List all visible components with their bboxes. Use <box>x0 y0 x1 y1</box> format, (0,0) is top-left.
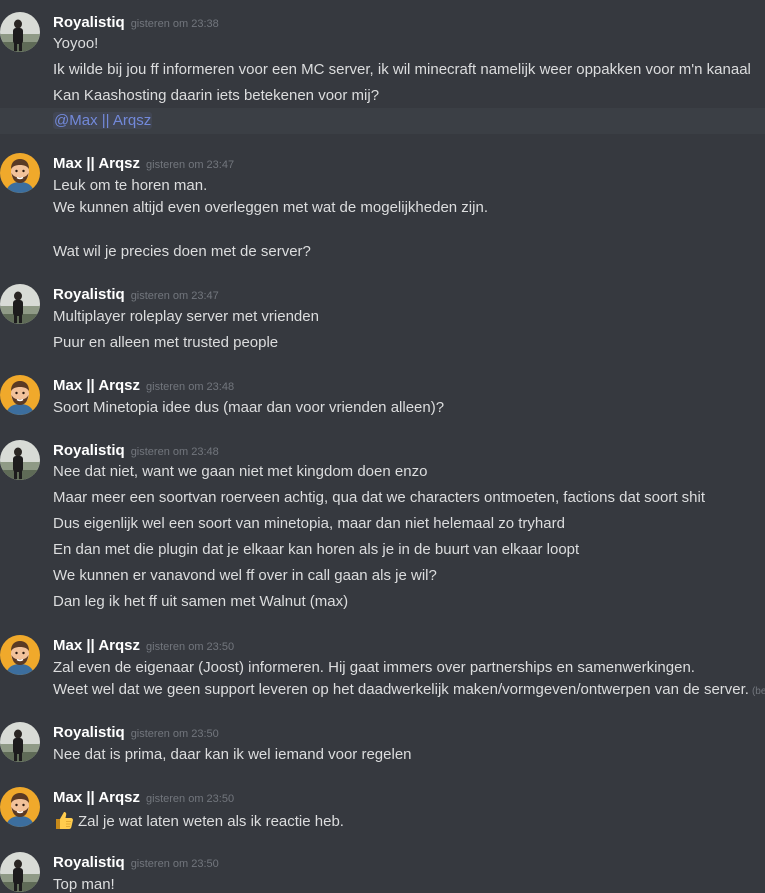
avatar-royalistiq[interactable] <box>0 722 40 762</box>
edited-indicator: (bewerkt) <box>751 686 765 697</box>
avatar-max[interactable] <box>0 153 40 193</box>
message-text: Dan leg ik het ff uit samen met Walnut (… <box>53 593 349 610</box>
message-header: Royalistiq gisteren om 23:50 <box>53 722 219 744</box>
message-text: @Max || Arqsz <box>53 110 153 132</box>
message-header: Royalistiq gisteren om 23:50 <box>53 852 219 874</box>
message-group: Max || Arqsz gisteren om 23:50 Zal even d… <box>0 635 765 701</box>
message-text: Maar meer een soortvan roerveen achtig, … <box>53 489 706 506</box>
message-group: Royalistiq gisteren om 23:47 Multiplayer … <box>0 284 765 354</box>
timestamp: gisteren om 23:50 <box>130 858 219 870</box>
avatar-royalistiq[interactable] <box>0 284 40 324</box>
message-text: Zal even de eigenaar (Joost) informeren.… <box>53 659 695 676</box>
author-name[interactable]: Royalistiq <box>53 442 125 459</box>
message-group: Max || Arqsz gisteren om 23:50 Zal je wat… <box>0 787 765 833</box>
thumbs-up-icon[interactable] <box>53 809 75 831</box>
message-header: Royalistiq gisteren om 23:38 <box>53 12 219 34</box>
timestamp: gisteren om 23:50 <box>146 793 235 805</box>
message-text: Nee dat niet, want we gaan niet met king… <box>53 463 428 480</box>
message-group: Royalistiq gisteren om 23:38 Yoyoo! Ik wi… <box>0 12 765 134</box>
author-name[interactable]: Max || Arqsz <box>53 155 140 172</box>
avatar-max[interactable] <box>0 375 40 415</box>
timestamp: gisteren om 23:38 <box>130 18 219 30</box>
message-header: Max || Arqsz gisteren om 23:50 <box>53 787 234 809</box>
author-name[interactable]: Royalistiq <box>53 286 125 303</box>
author-name[interactable]: Max || Arqsz <box>53 377 140 394</box>
message-text: Puur en alleen met trusted people <box>53 334 279 351</box>
author-name[interactable]: Royalistiq <box>53 854 125 871</box>
avatar-max[interactable] <box>0 787 40 827</box>
message-text: Nee dat is prima, daar kan ik wel iemand… <box>53 746 412 763</box>
message-text: Wat wil je precies doen met de server? <box>53 243 311 260</box>
message-header: Max || Arqsz gisteren om 23:48 <box>53 375 234 397</box>
chat-message-list[interactable]: Royalistiq gisteren om 23:38 Yoyoo! Ik wi… <box>0 0 765 893</box>
message-text: Yoyoo! <box>53 35 99 52</box>
message-text: Soort Minetopia idee dus (maar dan voor … <box>53 399 445 416</box>
message-group: Max || Arqsz gisteren om 23:47 Leuk om te… <box>0 153 765 263</box>
message-header: Max || Arqsz gisteren om 23:47 <box>53 153 234 175</box>
message-text: Leuk om te horen man. <box>53 177 208 194</box>
message-text: We kunnen altijd even overleggen met wat… <box>53 199 488 216</box>
message-text: Ik wilde bij jou ff informeren voor een … <box>53 61 751 78</box>
message-text: Multiplayer roleplay server met vrienden <box>53 308 319 325</box>
message-text-content: Weet wel dat we geen support leveren op … <box>53 681 749 698</box>
avatar-royalistiq[interactable] <box>0 440 40 480</box>
message-header: Royalistiq gisteren om 23:47 <box>53 284 219 306</box>
message-group: Royalistiq gisteren om 23:50 Top man! <box>0 852 765 893</box>
author-name[interactable]: Royalistiq <box>53 724 125 741</box>
timestamp: gisteren om 23:50 <box>130 728 219 740</box>
author-name[interactable]: Max || Arqsz <box>53 789 140 806</box>
timestamp: gisteren om 23:47 <box>146 159 235 171</box>
message-text: En dan met die plugin dat je elkaar kan … <box>53 541 580 558</box>
message-text: Weet wel dat we geen support leveren op … <box>53 679 765 703</box>
timestamp: gisteren om 23:48 <box>146 381 235 393</box>
message-text-content: Zal je wat laten weten als ik reactie he… <box>78 813 344 830</box>
timestamp: gisteren om 23:47 <box>130 290 219 302</box>
avatar-royalistiq[interactable] <box>0 852 40 892</box>
author-name[interactable]: Royalistiq <box>53 14 125 31</box>
message-text: Zal je wat laten weten als ik reactie he… <box>53 809 344 833</box>
message-text: Dus eigenlijk wel een soort van minetopi… <box>53 515 565 532</box>
message-text: Kan Kaashosting daarin iets betekenen vo… <box>53 87 380 104</box>
message-group: Royalistiq gisteren om 23:50 Nee dat is p… <box>0 722 765 768</box>
avatar-max[interactable] <box>0 635 40 675</box>
message-group: Max || Arqsz gisteren om 23:48 Soort Mine… <box>0 375 765 421</box>
message-text: Top man! <box>53 876 115 893</box>
message-header: Max || Arqsz gisteren om 23:50 <box>53 635 234 657</box>
user-mention[interactable]: @Max || Arqsz <box>53 112 153 129</box>
message-text: We kunnen er vanavond wel ff over in cal… <box>53 567 437 584</box>
timestamp: gisteren om 23:50 <box>146 641 235 653</box>
message-header: Royalistiq gisteren om 23:48 <box>53 440 219 462</box>
avatar-royalistiq[interactable] <box>0 12 40 52</box>
timestamp: gisteren om 23:48 <box>130 446 219 458</box>
message-group: Royalistiq gisteren om 23:48 Nee dat niet… <box>0 440 765 616</box>
author-name[interactable]: Max || Arqsz <box>53 637 140 654</box>
